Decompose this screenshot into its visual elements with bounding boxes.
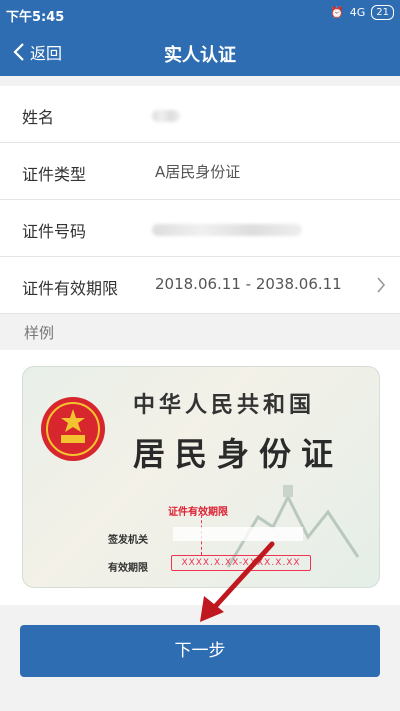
- id-type-row: 证件类型 A居民身份证: [0, 143, 400, 200]
- national-emblem-icon: [41, 397, 105, 461]
- validity-callout-label: 证件有效期限: [168, 507, 228, 518]
- alarm-icon: ⏰: [330, 6, 344, 19]
- nav-bar: 返回 实人认证: [0, 28, 400, 76]
- network-indicator: 4G: [349, 6, 366, 19]
- id-type-label: 证件类型: [22, 165, 87, 184]
- sample-section-label: 样例: [24, 324, 55, 342]
- card-validity-label: 有效期限: [108, 563, 148, 574]
- issuer-label: 签发机关: [108, 535, 148, 546]
- card-title-country: 中华人民共和国: [133, 392, 316, 418]
- card-title-id: 居民身份证: [133, 435, 344, 473]
- status-bar: 下午5:45 ⏰ 4G 21: [0, 0, 400, 28]
- validity-value: 2018.06.11 - 2038.06.11: [155, 275, 342, 293]
- name-row: 姓名: [0, 86, 400, 143]
- validity-label: 证件有效期限: [22, 279, 119, 298]
- validity-row[interactable]: 证件有效期限 2018.06.11 - 2038.06.11: [0, 257, 400, 314]
- pointer-arrow-icon: [200, 541, 275, 622]
- chevron-right-icon: [377, 277, 386, 293]
- name-value-masked: [152, 110, 180, 122]
- status-icons: ⏰ 4G 21: [330, 5, 394, 20]
- status-time: 下午5:45: [6, 10, 65, 25]
- id-number-label: 证件号码: [22, 222, 87, 241]
- name-label: 姓名: [22, 108, 55, 127]
- id-number-value-masked: [152, 224, 302, 236]
- battery-icon: 21: [371, 5, 394, 20]
- next-step-button[interactable]: 下一步: [20, 625, 380, 677]
- page-title: 实人认证: [164, 45, 236, 66]
- id-number-row: 证件号码: [0, 200, 400, 257]
- id-type-value: A居民身份证: [155, 163, 241, 181]
- identity-form: 姓名 证件类型 A居民身份证 证件号码 证件有效期限 2018.06.11 - …: [0, 86, 400, 314]
